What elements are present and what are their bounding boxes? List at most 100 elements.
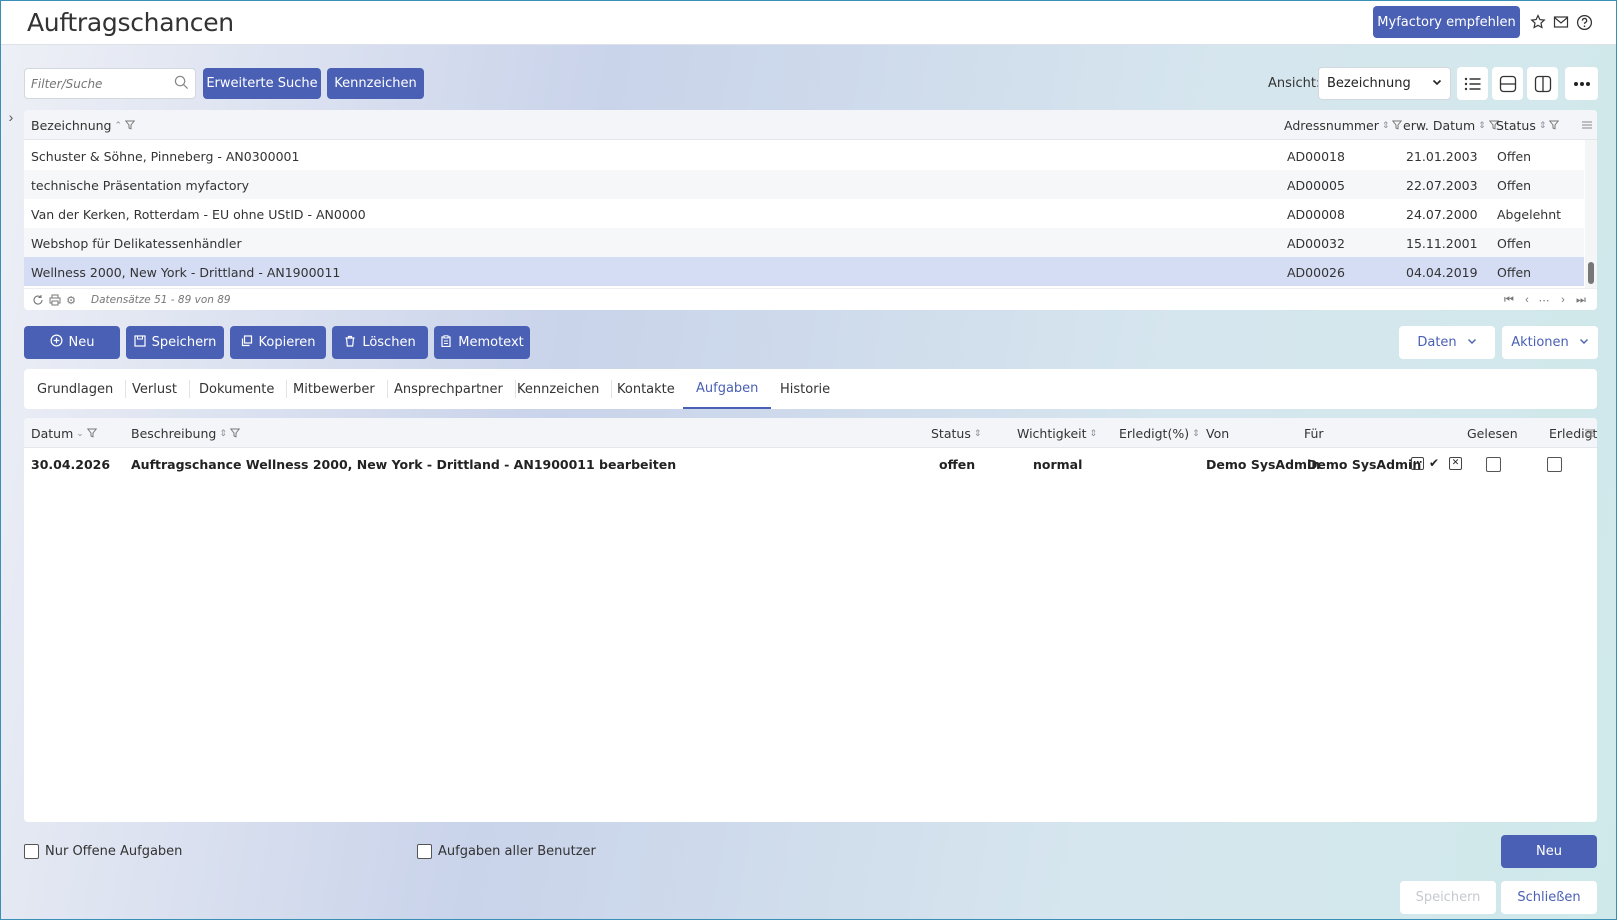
new-button[interactable]: Neu bbox=[24, 326, 120, 359]
table-row[interactable]: technische Präsentation myfactory AD0000… bbox=[24, 170, 1584, 199]
task-row[interactable]: 30.04.2026 Auftragschance Wellness 2000,… bbox=[24, 449, 1597, 479]
read-checkbox[interactable] bbox=[1486, 457, 1501, 472]
all-users-tasks-checkbox[interactable]: Aufgaben aller Benutzer bbox=[417, 844, 596, 859]
star-icon[interactable] bbox=[1528, 12, 1548, 32]
actions-dropdown-button[interactable]: Aktionen bbox=[1502, 326, 1598, 359]
tab-ansprechpartner[interactable]: Ansprechpartner bbox=[381, 369, 516, 409]
column-header-address[interactable]: Adressnummer ⇕ bbox=[1284, 118, 1403, 133]
column-header-task-for[interactable]: Für bbox=[1304, 426, 1324, 441]
sort-icon[interactable]: ⇕ bbox=[1382, 121, 1390, 131]
settings-gear-icon[interactable]: ⚙ bbox=[64, 293, 78, 307]
checkbox-box[interactable] bbox=[24, 844, 39, 859]
tab-kennzeichen[interactable]: Kennzeichen bbox=[504, 369, 613, 409]
close-button[interactable]: Schließen bbox=[1501, 881, 1597, 914]
opportunities-grid: Bezeichnung ⌃ Adressnummer ⇕ erw. Datum … bbox=[24, 110, 1597, 310]
close-box-icon[interactable]: ✕ bbox=[1449, 457, 1462, 470]
sort-icon[interactable]: ⇕ bbox=[1090, 429, 1098, 439]
refresh-icon[interactable] bbox=[31, 293, 45, 307]
column-header-task-priority[interactable]: Wichtigkeit ⇕ bbox=[1017, 426, 1097, 441]
tab-grundlagen[interactable]: Grundlagen bbox=[24, 369, 127, 409]
column-header-task-status[interactable]: Status ⇕ bbox=[931, 426, 981, 441]
column-header-task-from[interactable]: Von bbox=[1206, 426, 1229, 441]
filter-icon[interactable] bbox=[86, 426, 98, 441]
column-header-task-description[interactable]: Beschreibung ⇕ bbox=[131, 426, 241, 441]
save-disabled-button[interactable]: Speichern bbox=[1400, 881, 1496, 914]
last-page-icon[interactable]: ⏭ bbox=[1574, 293, 1588, 307]
user-card-icon[interactable]: ⋯ bbox=[1411, 457, 1424, 470]
print-icon[interactable] bbox=[48, 293, 62, 307]
pages-ellipsis-icon[interactable]: ⋯ bbox=[1537, 293, 1551, 307]
plus-circle-icon bbox=[50, 334, 63, 351]
sort-asc-icon[interactable]: ⌃ bbox=[115, 121, 123, 131]
record-count: Datensätze 51 - 89 von 89 bbox=[91, 294, 231, 306]
chevron-down-icon bbox=[1579, 335, 1589, 350]
search-field[interactable] bbox=[24, 68, 196, 99]
tab-dokumente[interactable]: Dokumente bbox=[186, 369, 288, 409]
memo-button[interactable]: Memotext bbox=[434, 326, 530, 359]
column-header-task-read[interactable]: Gelesen bbox=[1467, 426, 1518, 441]
prev-page-icon[interactable]: ‹ bbox=[1520, 293, 1534, 307]
filter-icon[interactable] bbox=[1549, 118, 1560, 133]
column-header-status[interactable]: Status ⇕ bbox=[1496, 118, 1560, 133]
tab-kontakte[interactable]: Kontakte bbox=[604, 369, 688, 409]
tab-verlust[interactable]: Verlust bbox=[119, 369, 190, 409]
save-icon bbox=[133, 334, 146, 351]
done-checkbox[interactable] bbox=[1547, 457, 1562, 472]
only-open-tasks-checkbox[interactable]: Nur Offene Aufgaben bbox=[24, 844, 182, 859]
checkbox-box[interactable] bbox=[417, 844, 432, 859]
page-header: Auftragschancen Myfactory empfehlen bbox=[1, 1, 1616, 45]
view-select-value: Bezeichnung bbox=[1327, 76, 1411, 91]
more-options-icon[interactable] bbox=[1565, 67, 1598, 100]
tab-aufgaben[interactable]: Aufgaben bbox=[683, 369, 772, 409]
tab-historie[interactable]: Historie bbox=[767, 369, 843, 409]
copy-button[interactable]: Kopieren bbox=[230, 326, 326, 359]
save-button[interactable]: Speichern bbox=[126, 326, 224, 359]
search-input[interactable] bbox=[25, 69, 160, 98]
sort-desc-icon[interactable]: ⌄ bbox=[76, 429, 84, 439]
tags-button[interactable]: Kennzeichen bbox=[327, 68, 424, 99]
grid-header: Bezeichnung ⌃ Adressnummer ⇕ erw. Datum … bbox=[24, 110, 1597, 140]
next-page-icon[interactable]: › bbox=[1556, 293, 1570, 307]
vertical-scrollbar[interactable] bbox=[1585, 140, 1597, 288]
column-header-name[interactable]: Bezeichnung ⌃ bbox=[31, 118, 136, 133]
table-row[interactable]: Van der Kerken, Rotterdam - EU ohne UStI… bbox=[24, 199, 1584, 228]
column-header-task-date[interactable]: Datum ⌄ bbox=[31, 426, 98, 441]
split-vertical-icon[interactable] bbox=[1527, 67, 1558, 100]
delete-button[interactable]: Löschen bbox=[332, 326, 428, 359]
advanced-search-button[interactable]: Erweiterte Suche bbox=[203, 68, 321, 99]
sort-icon[interactable]: ⇕ bbox=[219, 429, 227, 439]
data-dropdown-button[interactable]: Daten bbox=[1399, 326, 1495, 359]
tab-mitbewerber[interactable]: Mitbewerber bbox=[280, 369, 388, 409]
tab-bar: Grundlagen Verlust Dokumente Mitbewerber… bbox=[24, 369, 1597, 409]
column-header-task-done-pct[interactable]: Erledigt(%) ⇕ bbox=[1119, 426, 1200, 441]
list-view-icon[interactable] bbox=[1457, 67, 1488, 100]
new-task-button[interactable]: Neu bbox=[1501, 835, 1597, 868]
recommend-button[interactable]: Myfactory empfehlen bbox=[1373, 6, 1520, 38]
scrollbar-thumb[interactable] bbox=[1588, 262, 1594, 284]
checkmark-icon[interactable]: ✔ bbox=[1429, 456, 1439, 470]
table-row-selected[interactable]: Wellness 2000, New York - Drittland - AN… bbox=[24, 257, 1584, 286]
chevron-down-icon bbox=[1432, 76, 1442, 91]
filter-icon[interactable] bbox=[229, 426, 241, 441]
column-menu-icon[interactable] bbox=[1581, 118, 1593, 133]
mail-icon[interactable] bbox=[1551, 12, 1571, 32]
filter-icon[interactable] bbox=[1392, 118, 1403, 133]
table-row[interactable]: Webshop für Delikatessenhändler AD00032 … bbox=[24, 228, 1584, 257]
help-icon[interactable] bbox=[1574, 12, 1594, 32]
split-horizontal-icon[interactable] bbox=[1492, 67, 1523, 100]
search-icon[interactable] bbox=[174, 75, 189, 93]
sidebar-expand-icon[interactable]: › bbox=[4, 108, 18, 126]
tasks-grid-header: Datum ⌄ Beschreibung ⇕ Status ⇕ Wichtigk… bbox=[24, 418, 1597, 448]
tasks-grid: Datum ⌄ Beschreibung ⇕ Status ⇕ Wichtigk… bbox=[24, 418, 1597, 822]
clipboard-icon bbox=[440, 334, 452, 351]
sort-icon[interactable]: ⇕ bbox=[974, 429, 982, 439]
sort-icon[interactable]: ⇕ bbox=[1192, 429, 1200, 439]
sort-icon[interactable]: ⇕ bbox=[1539, 121, 1547, 131]
column-menu-icon[interactable] bbox=[1584, 426, 1596, 441]
table-row[interactable]: Schuster & Söhne, Pinneberg - AN0300001 … bbox=[24, 141, 1584, 170]
filter-icon[interactable] bbox=[124, 118, 136, 133]
first-page-icon[interactable]: ⏮ bbox=[1502, 293, 1516, 307]
view-select[interactable]: Bezeichnung bbox=[1318, 67, 1451, 100]
column-header-date[interactable]: erw. Datum ⇕ bbox=[1403, 118, 1499, 133]
sort-icon[interactable]: ⇕ bbox=[1478, 121, 1486, 131]
